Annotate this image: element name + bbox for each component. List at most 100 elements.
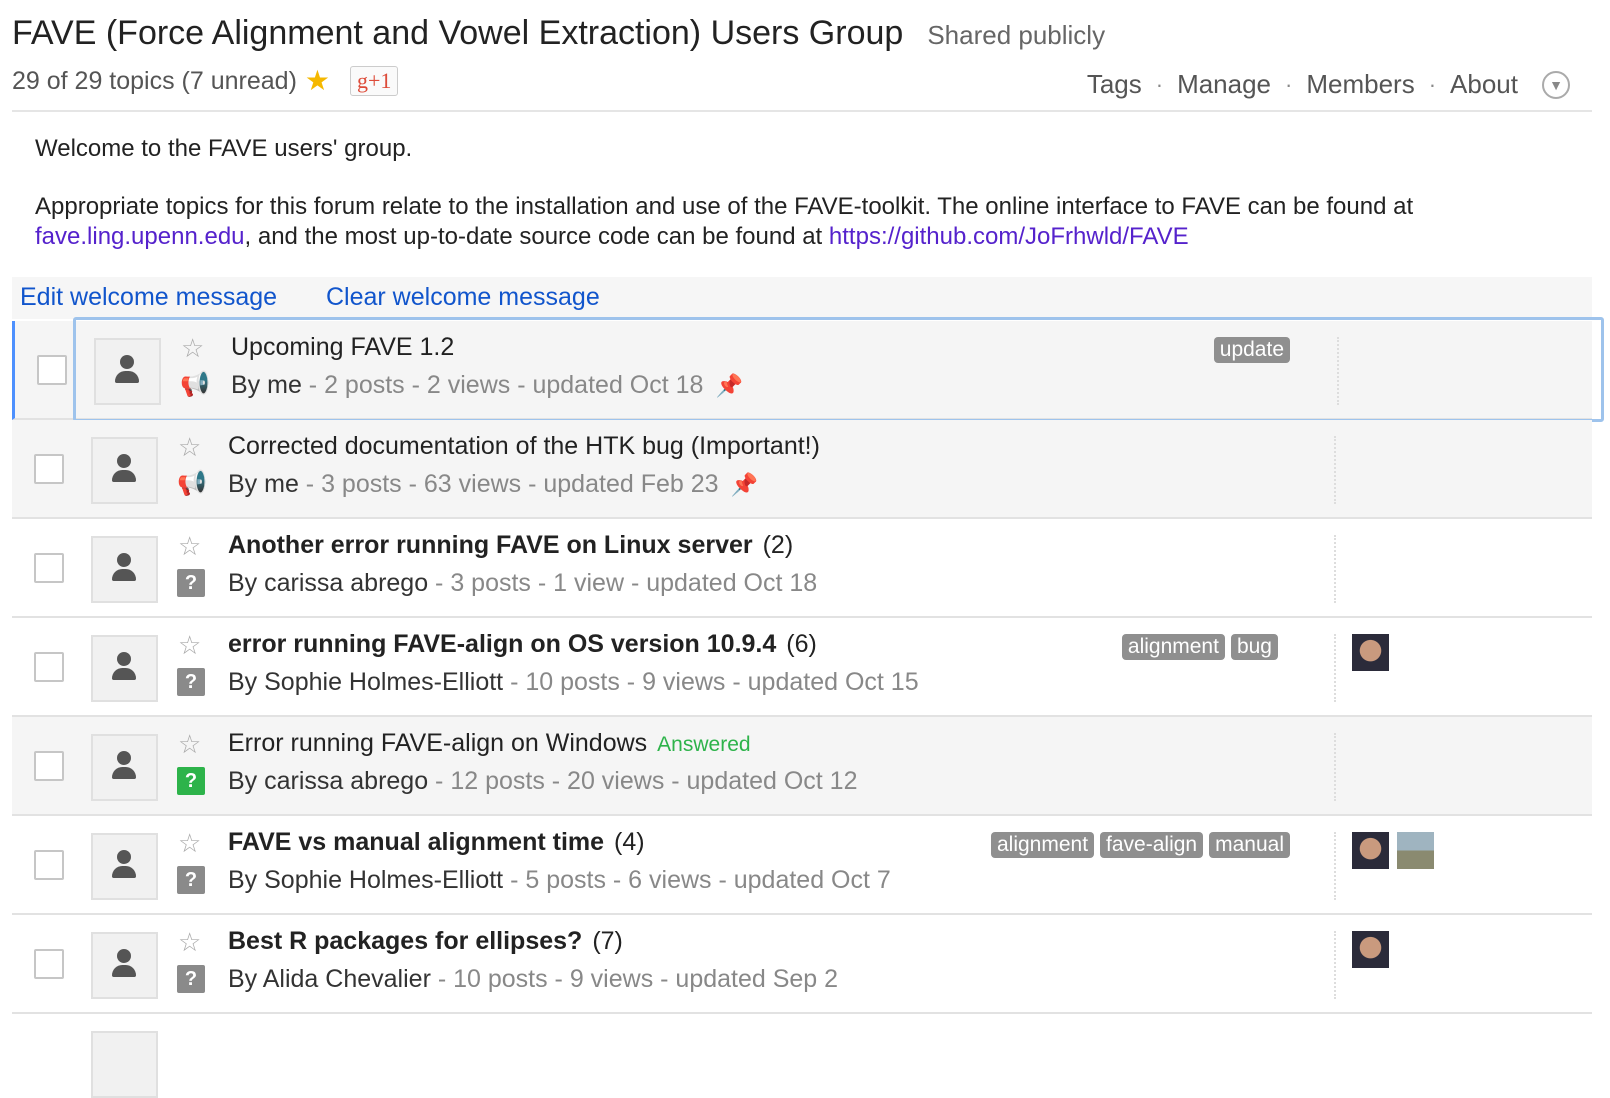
topic-row[interactable]: ☆ ? Error running FAVE-align on Windows A… [12, 717, 1592, 816]
topic-meta: By Alida Chevalier - 10 posts - 9 views … [228, 965, 838, 994]
star-icon[interactable]: ☆ [178, 630, 201, 661]
topic-stats: - 2 posts - 2 views - updated Oct 18 [301, 371, 704, 399]
welcome-actions-bar: Edit welcome message Clear welcome messa… [12, 277, 1592, 319]
star-icon[interactable]: ☆ [178, 432, 201, 463]
topic-tags: alignment fave-align manual [990, 832, 1290, 858]
star-icon[interactable]: ☆ [178, 729, 201, 760]
topic-row[interactable]: ☆ ? error running FAVE-align on OS versi… [12, 618, 1592, 717]
topic-author: Sophie Holmes-Elliott [264, 668, 504, 696]
tag-alignment[interactable]: alignment [990, 832, 1095, 858]
tag-update[interactable]: update [1213, 337, 1290, 363]
topic-title-text[interactable]: Error running FAVE-align on Windows [228, 729, 647, 757]
participants [1352, 832, 1434, 869]
topic-title[interactable]: Corrected documentation of the HTK bug (… [228, 432, 820, 461]
topic-row[interactable]: ☆ 📢 Corrected documentation of the HTK b… [12, 420, 1592, 519]
topic-checkbox[interactable] [37, 355, 67, 385]
by-label: By [228, 965, 263, 993]
megaphone-icon: 📢 [180, 371, 210, 398]
topic-row[interactable]: ☆ ? FAVE vs manual alignment time (4) By … [12, 816, 1592, 915]
star-icon[interactable]: ☆ [181, 333, 204, 364]
github-link[interactable]: https://github.com/JoFrhwld/FAVE [829, 223, 1189, 250]
topic-title-text[interactable]: FAVE vs manual alignment time [228, 828, 604, 856]
person-icon [91, 734, 158, 801]
topic-row[interactable] [12, 1014, 1592, 1098]
star-icon[interactable]: ☆ [178, 927, 201, 958]
topic-row[interactable]: ☆ ? Best R packages for ellipses? (7) By … [12, 915, 1592, 1014]
topic-meta: By Sophie Holmes-Elliott - 5 posts - 6 v… [228, 866, 891, 895]
topic-title[interactable]: FAVE vs manual alignment time (4) [228, 828, 645, 857]
topic-title-text[interactable]: Best R packages for ellipses? [228, 927, 582, 955]
participants [1352, 931, 1389, 968]
fave-site-link[interactable]: fave.ling.upenn.edu [35, 223, 245, 250]
nav-members[interactable]: Members [1306, 69, 1414, 100]
edit-welcome-link[interactable]: Edit welcome message [20, 283, 277, 312]
topic-checkbox[interactable] [34, 454, 64, 484]
tag-manual[interactable]: manual [1209, 832, 1290, 858]
participant-avatar[interactable] [1352, 634, 1389, 671]
clear-welcome-link[interactable]: Clear welcome message [326, 283, 600, 312]
nav-tags[interactable]: Tags [1087, 69, 1142, 100]
topic-title-text[interactable]: Upcoming FAVE 1.2 [231, 333, 454, 361]
participant-avatar[interactable] [1397, 832, 1434, 869]
person-icon [91, 932, 158, 999]
topic-author: carissa abrego [264, 569, 429, 597]
person-icon [91, 833, 158, 900]
pin-icon: 📌 [715, 373, 743, 398]
topic-stats: - 10 posts - 9 views - updated Oct 15 [503, 668, 919, 696]
topic-meta: By carissa abrego - 3 posts - 1 view - u… [228, 569, 817, 598]
participant-avatar[interactable] [1352, 931, 1389, 968]
nav-about[interactable]: About [1450, 69, 1518, 100]
by-label: By [228, 668, 265, 696]
column-separator [1334, 436, 1336, 504]
welcome-text: , and the most up-to-date source code ca… [244, 223, 829, 250]
column-separator [1334, 931, 1336, 999]
reply-count: (4) [614, 828, 645, 856]
group-nav: Tags · Manage · Members · About ▼ [1087, 69, 1570, 100]
welcome-message: Welcome to the FAVE users' group. Approp… [35, 134, 1570, 280]
answered-badge: Answered [657, 733, 751, 756]
topic-title-text[interactable]: error running FAVE-align on OS version 1… [228, 630, 776, 658]
topic-title[interactable]: error running FAVE-align on OS version 1… [228, 630, 817, 659]
nav-manage[interactable]: Manage [1177, 69, 1271, 100]
by-label: By [228, 866, 265, 894]
topic-checkbox[interactable] [34, 652, 64, 682]
favorite-star-icon[interactable]: ★ [305, 67, 330, 95]
person-icon [91, 635, 158, 702]
tag-fave-align[interactable]: fave-align [1100, 832, 1204, 858]
tag-bug[interactable]: bug [1230, 634, 1278, 660]
question-icon: ? [177, 965, 205, 993]
topic-checkbox[interactable] [34, 553, 64, 583]
star-icon[interactable]: ☆ [178, 828, 201, 859]
topic-title[interactable]: Error running FAVE-align on Windows Answe… [228, 729, 751, 758]
topic-checkbox[interactable] [34, 751, 64, 781]
topic-title[interactable]: Best R packages for ellipses? (7) [228, 927, 623, 956]
welcome-body: Appropriate topics for this forum relate… [35, 192, 1570, 252]
group-title: FAVE (Force Alignment and Vowel Extracti… [12, 14, 904, 52]
topic-title-text[interactable]: Corrected documentation of the HTK bug (… [228, 432, 820, 460]
reply-count: (6) [786, 630, 817, 658]
google-plus-one-button[interactable]: g+1 [350, 66, 399, 96]
topic-stats: - 5 posts - 6 views - updated Oct 7 [503, 866, 891, 894]
reply-count: (2) [762, 531, 794, 559]
chevron-down-icon[interactable]: ▼ [1542, 70, 1570, 99]
topic-stats: - 3 posts - 63 views - updated Feb 23 [298, 470, 719, 498]
welcome-text: Appropriate topics for this forum relate… [35, 193, 1414, 220]
participants [1352, 634, 1389, 671]
column-separator [1334, 733, 1336, 801]
topic-checkbox[interactable] [34, 850, 64, 880]
star-icon[interactable]: ☆ [178, 531, 201, 562]
tag-alignment[interactable]: alignment [1121, 634, 1225, 660]
topic-row[interactable]: ☆ 📢 Upcoming FAVE 1.2 By me - 2 posts - … [12, 317, 1604, 422]
participant-avatar[interactable] [1352, 832, 1389, 869]
topic-title[interactable]: Upcoming FAVE 1.2 [231, 333, 454, 362]
topic-tags: alignment bug [1121, 634, 1278, 660]
topic-checkbox[interactable] [34, 949, 64, 979]
nav-separator: · [1285, 71, 1293, 97]
group-header: FAVE (Force Alignment and Vowel Extracti… [12, 14, 1570, 103]
topic-row[interactable]: ☆ ? Another error running FAVE on Linux … [12, 519, 1592, 618]
topic-stats: - 10 posts - 9 views - updated Sep 2 [430, 965, 839, 993]
question-icon: ? [177, 668, 205, 696]
topic-title[interactable]: Another error running FAVE on Linux serv… [228, 531, 793, 560]
topic-tags: update [1213, 337, 1290, 363]
topic-title-text[interactable]: Another error running FAVE on Linux serv… [228, 531, 753, 559]
